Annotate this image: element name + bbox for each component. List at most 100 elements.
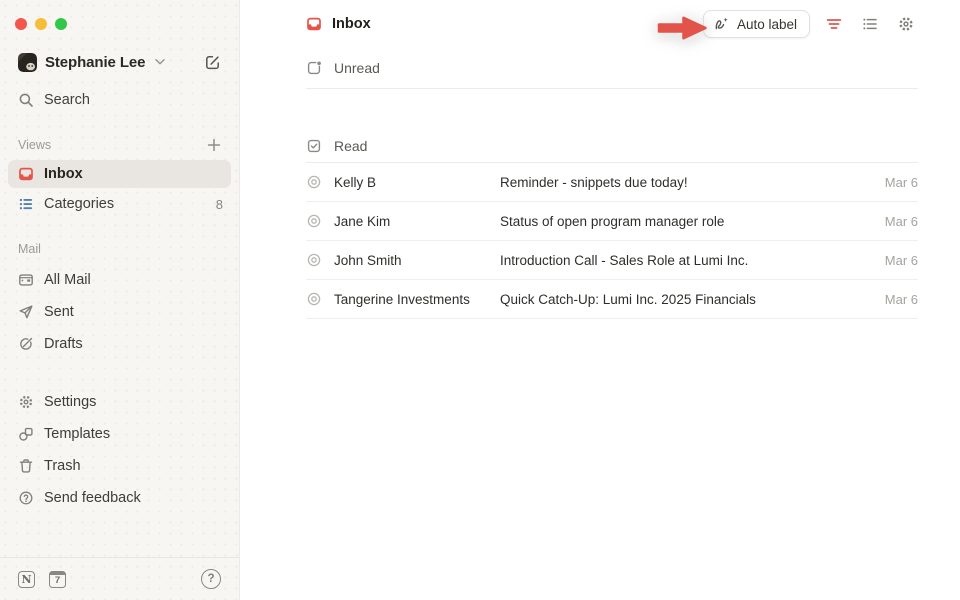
- filter-icon: [825, 15, 843, 33]
- window-controls: [0, 0, 239, 30]
- close-window-button[interactable]: [15, 18, 27, 30]
- email-sender: Jane Kim: [334, 214, 500, 229]
- templates-icon: [18, 426, 34, 442]
- filter-button[interactable]: [822, 12, 846, 36]
- read-status-icon[interactable]: [306, 213, 322, 229]
- sidebar-item-settings[interactable]: Settings: [8, 386, 231, 418]
- email-date: Mar 6: [885, 253, 918, 268]
- notion-glyph: N: [21, 574, 31, 585]
- compose-button[interactable]: [201, 51, 223, 73]
- unread-section-header[interactable]: Unread: [306, 48, 918, 89]
- list-view-button[interactable]: [858, 12, 882, 36]
- email-date: Mar 6: [885, 175, 918, 190]
- gear-icon: [18, 394, 34, 410]
- sidebar-item-label: Templates: [44, 426, 110, 442]
- sidebar-item-label: Settings: [44, 394, 96, 410]
- email-subject: Quick Catch-Up: Lumi Inc. 2025 Financial…: [500, 292, 885, 307]
- views-section-header: Views: [0, 136, 239, 154]
- sidebar-item-templates[interactable]: Templates: [8, 418, 231, 450]
- email-subject: Reminder - snippets due today!: [500, 175, 885, 190]
- sidebar-item-label: Drafts: [44, 336, 83, 352]
- add-view-button[interactable]: [203, 134, 225, 156]
- sidebar-item-trash[interactable]: Trash: [8, 450, 231, 482]
- email-list: Unread Read Kelly B Reminder - snippets …: [306, 48, 918, 319]
- inbox-pane: Inbox Auto label: [240, 0, 960, 600]
- inbox-header: Inbox Auto label: [240, 0, 960, 48]
- page-title: Inbox: [332, 16, 371, 32]
- auto-label-sparkle-icon: [713, 16, 730, 33]
- zoom-window-button[interactable]: [55, 18, 67, 30]
- sidebar-item-label: Trash: [44, 458, 81, 474]
- sidebar-item-search[interactable]: Search: [0, 86, 239, 114]
- sidebar-item-label: Sent: [44, 304, 74, 320]
- calendar-day: 7: [55, 576, 60, 586]
- inbox-icon: [18, 166, 34, 182]
- email-sender: John Smith: [334, 253, 500, 268]
- categories-count-badge: 8: [216, 197, 223, 212]
- trash-icon: [18, 458, 34, 474]
- sidebar-item-drafts[interactable]: Drafts: [8, 328, 231, 360]
- sidebar-item-sent[interactable]: Sent: [8, 296, 231, 328]
- email-row[interactable]: Tangerine Investments Quick Catch-Up: Lu…: [306, 280, 918, 319]
- account-switcher[interactable]: Stephanie Lee: [18, 48, 223, 76]
- unread-label: Unread: [334, 60, 380, 76]
- settings-button[interactable]: [894, 12, 918, 36]
- chevron-down-icon: [155, 59, 165, 65]
- mail-app-window: Stephanie Lee Search Views: [0, 0, 960, 600]
- categories-icon: [18, 196, 34, 212]
- plus-icon: [206, 137, 222, 153]
- notion-app-icon[interactable]: N: [18, 571, 35, 588]
- email-subject: Introduction Call - Sales Role at Lumi I…: [500, 253, 885, 268]
- auto-label-button[interactable]: Auto label: [703, 10, 810, 38]
- email-row[interactable]: Kelly B Reminder - snippets due today! M…: [306, 163, 918, 202]
- read-label: Read: [334, 138, 367, 154]
- views-list: Inbox Categories 8: [0, 160, 239, 218]
- inbox-icon: [306, 16, 322, 32]
- views-heading: Views: [18, 138, 51, 152]
- sidebar-item-categories[interactable]: Categories 8: [8, 190, 231, 218]
- read-status-icon[interactable]: [306, 174, 322, 190]
- sidebar-item-send-feedback[interactable]: Send feedback: [8, 482, 231, 514]
- sidebar-item-all-mail[interactable]: All Mail: [8, 264, 231, 296]
- mail-heading: Mail: [18, 242, 41, 256]
- unread-icon: [306, 60, 322, 76]
- read-status-icon[interactable]: [306, 252, 322, 268]
- calendar-app-icon[interactable]: 7: [49, 571, 66, 588]
- annotation-arrow-icon: [655, 11, 709, 50]
- all-mail-icon: [18, 272, 34, 288]
- sidebar-item-inbox[interactable]: Inbox: [8, 160, 231, 188]
- avatar: [18, 53, 37, 72]
- question-circle-icon: [18, 490, 34, 506]
- compose-icon: [204, 54, 221, 71]
- email-sender: Kelly B: [334, 175, 500, 190]
- sidebar-footer: N 7 ?: [0, 557, 239, 600]
- sidebar: Stephanie Lee Search Views: [0, 0, 240, 600]
- search-label: Search: [44, 92, 90, 108]
- mail-list: All Mail Sent Drafts: [0, 264, 239, 360]
- minimize-window-button[interactable]: [35, 18, 47, 30]
- mail-section-header: Mail: [0, 240, 239, 258]
- email-date: Mar 6: [885, 292, 918, 307]
- email-row[interactable]: John Smith Introduction Call - Sales Rol…: [306, 241, 918, 280]
- email-row[interactable]: Jane Kim Status of open program manager …: [306, 202, 918, 241]
- help-button[interactable]: ?: [201, 569, 221, 589]
- read-checkbox-icon: [306, 138, 322, 154]
- account-name: Stephanie Lee: [45, 54, 145, 71]
- email-date: Mar 6: [885, 214, 918, 229]
- read-section-header[interactable]: Read: [306, 129, 918, 163]
- read-status-icon[interactable]: [306, 291, 322, 307]
- send-icon: [18, 304, 34, 320]
- search-icon: [18, 92, 34, 108]
- tools-list: Settings Templates Trash: [0, 386, 239, 514]
- help-glyph: ?: [207, 573, 214, 585]
- sidebar-item-label: Categories: [44, 196, 114, 212]
- gear-icon: [897, 15, 915, 33]
- auto-label-text: Auto label: [737, 17, 797, 32]
- sidebar-item-label: All Mail: [44, 272, 91, 288]
- email-subject: Status of open program manager role: [500, 214, 885, 229]
- email-sender: Tangerine Investments: [334, 292, 500, 307]
- drafts-icon: [18, 336, 34, 352]
- sidebar-item-label: Send feedback: [44, 490, 141, 506]
- list-icon: [861, 15, 879, 33]
- sidebar-item-label: Inbox: [44, 166, 83, 182]
